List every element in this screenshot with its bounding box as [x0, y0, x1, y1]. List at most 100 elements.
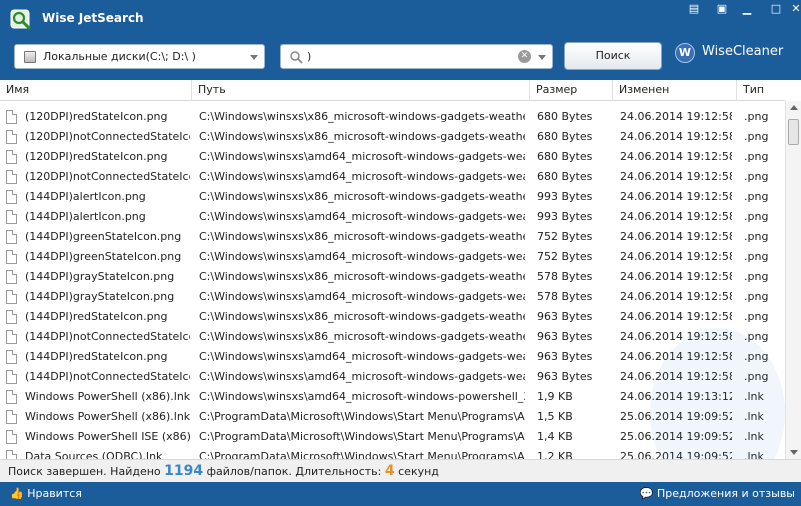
chevron-down-icon[interactable]	[250, 55, 258, 60]
table-row[interactable]: (144DPI)notConnectedStateIco... C:\Window…	[0, 327, 785, 347]
file-icon	[6, 190, 17, 204]
table-row[interactable]: (144DPI)alertIcon.png C:\Windows\winsxs\x…	[0, 187, 785, 207]
cell-size: 578 Bytes	[537, 290, 593, 303]
table-row[interactable]: (144DPI)grayStateIcon.png C:\Windows\wins…	[0, 287, 785, 307]
cell-size: 963 Bytes	[537, 350, 593, 363]
results-table: Имя Путь Размер Изменен Тип (120DPI)redS…	[0, 80, 801, 459]
toolbar: Локальные диски(C:\; D:\ ) ✕ Поиск W Wis…	[0, 38, 801, 80]
cell-size: 993 Bytes	[537, 190, 593, 203]
file-icon	[6, 350, 17, 364]
cell-name: Windows PowerShell ISE (x86).lnk	[25, 430, 190, 443]
cell-modified: 24.06.2014 19:12:58	[620, 190, 732, 203]
scroll-up-icon[interactable]	[790, 105, 798, 110]
brand-name: WiseCleaner	[702, 44, 784, 59]
search-history-chevron-icon[interactable]	[538, 55, 546, 60]
cell-type: .png	[744, 290, 769, 303]
cell-path: C:\ProgramData\Microsoft\Windows\Start M…	[199, 410, 525, 423]
column-header-size[interactable]: Размер	[530, 80, 613, 101]
file-icon	[6, 270, 17, 284]
cell-modified: 24.06.2014 19:12:58	[620, 130, 732, 143]
cell-path: C:\Windows\winsxs\x86_microsoft-windows-…	[199, 110, 525, 123]
file-icon	[6, 110, 17, 124]
file-icon	[6, 130, 17, 144]
column-header-name[interactable]: Имя	[0, 80, 192, 101]
table-row[interactable]: (120DPI)redStateIcon.png C:\Windows\winsx…	[0, 147, 785, 167]
found-count: 1194	[164, 463, 204, 479]
search-button[interactable]: Поиск	[564, 42, 662, 70]
file-icon	[6, 250, 17, 264]
feedback-label: Предложения и отзывы	[656, 487, 795, 500]
close-icon[interactable]: ✕	[786, 2, 801, 16]
cell-path: C:\Windows\winsxs\amd64_microsoft-window…	[199, 390, 525, 403]
cell-name: (144DPI)notConnectedStateIco...	[25, 370, 190, 383]
maximize-icon[interactable]: □	[766, 2, 786, 16]
table-row[interactable]: (144DPI)alertIcon.png C:\Windows\winsxs\a…	[0, 207, 785, 227]
search-input[interactable]	[307, 48, 507, 65]
status-suffix: секунд	[398, 465, 439, 478]
column-header-modified[interactable]: Изменен	[613, 80, 737, 101]
location-value: Локальные диски(C:\; D:\ )	[43, 50, 196, 63]
file-icon	[6, 310, 17, 324]
table-row[interactable]: (144DPI)grayStateIcon.png C:\Windows\wins…	[0, 267, 785, 287]
like-label: Нравится	[27, 487, 82, 500]
cell-type: .png	[744, 270, 769, 283]
clear-icon[interactable]: ✕	[518, 50, 531, 63]
search-icon	[290, 51, 303, 64]
app-logo-icon	[10, 9, 32, 31]
status-mid: файлов/папок. Длительность:	[206, 465, 382, 478]
table-row[interactable]: (144DPI)redStateIcon.png C:\Windows\winsx…	[0, 307, 785, 327]
cell-path: C:\Windows\winsxs\amd64_microsoft-window…	[199, 370, 525, 383]
table-row[interactable]: (144DPI)greenStateIcon.png C:\Windows\win…	[0, 247, 785, 267]
file-icon	[6, 390, 17, 404]
cell-name: (144DPI)redStateIcon.png	[25, 350, 168, 363]
cell-name: (144DPI)redStateIcon.png	[25, 310, 168, 323]
cell-size: 578 Bytes	[537, 270, 593, 283]
cell-path: C:\Windows\winsxs\amd64_microsoft-window…	[199, 170, 525, 183]
cell-path: C:\Windows\winsxs\x86_microsoft-windows-…	[199, 330, 525, 343]
cell-size: 1,2 KB	[537, 450, 573, 459]
scroll-down-icon[interactable]	[790, 450, 798, 455]
drive-icon	[24, 51, 36, 63]
column-header-type[interactable]: Тип	[737, 80, 785, 101]
cell-name: (120DPI)redStateIcon.png	[25, 150, 168, 163]
table-row[interactable]: (120DPI)notConnectedStateIco... C:\Window…	[0, 167, 785, 187]
feedback-button[interactable]: 💬 Предложения и отзывы	[640, 487, 795, 500]
cell-name: Data Sources (ODBC).lnk	[25, 450, 163, 459]
like-button[interactable]: 👍 Нравится	[10, 487, 82, 500]
cell-name: (144DPI)alertIcon.png	[25, 190, 146, 203]
cell-modified: 24.06.2014 19:12:58	[620, 170, 732, 183]
cell-path: C:\Windows\winsxs\x86_microsoft-windows-…	[199, 190, 525, 203]
file-icon	[6, 150, 17, 164]
table-row[interactable]: (120DPI)redStateIcon.png C:\Windows\winsx…	[0, 107, 785, 127]
column-header-path[interactable]: Путь	[192, 80, 530, 101]
menu-icon[interactable]: ▤	[684, 2, 704, 16]
status-text: Поиск завершен. Найдено 1194 файлов/папо…	[8, 463, 439, 479]
minimize-icon[interactable]: ▁	[737, 2, 757, 16]
scroll-thumb[interactable]	[788, 119, 799, 145]
cell-size: 680 Bytes	[537, 110, 593, 123]
cell-name: (144DPI)greenStateIcon.png	[25, 230, 182, 243]
table-row[interactable]: (144DPI)greenStateIcon.png C:\Windows\win…	[0, 227, 785, 247]
cell-name: Windows PowerShell (x86).lnk	[25, 410, 190, 423]
table-header: Имя Путь Размер Изменен Тип	[0, 80, 785, 101]
search-box[interactable]: ✕	[280, 44, 553, 69]
cell-path: C:\Windows\winsxs\amd64_microsoft-window…	[199, 290, 525, 303]
cell-size: 752 Bytes	[537, 250, 593, 263]
location-select[interactable]: Локальные диски(C:\; D:\ )	[14, 44, 265, 69]
thumbs-up-icon: 👍	[10, 487, 24, 500]
file-icon	[6, 210, 17, 224]
vertical-scrollbar[interactable]	[785, 101, 801, 459]
file-icon	[6, 450, 17, 459]
table-row[interactable]: (120DPI)notConnectedStateIco... C:\Window…	[0, 127, 785, 147]
cell-size: 993 Bytes	[537, 210, 593, 223]
cell-path: C:\Windows\winsxs\amd64_microsoft-window…	[199, 150, 525, 163]
cell-name: (144DPI)grayStateIcon.png	[25, 290, 175, 303]
cell-modified: 24.06.2014 19:12:58	[620, 270, 732, 283]
cell-size: 963 Bytes	[537, 330, 593, 343]
duration-value: 4	[384, 463, 395, 479]
cell-name: Windows PowerShell (x86).lnk	[25, 390, 190, 403]
cell-path: C:\ProgramData\Microsoft\Windows\Start M…	[199, 430, 525, 443]
skin-icon[interactable]: ▣	[712, 2, 732, 16]
cell-name: (120DPI)notConnectedStateIco...	[25, 170, 190, 183]
file-icon	[6, 430, 17, 444]
